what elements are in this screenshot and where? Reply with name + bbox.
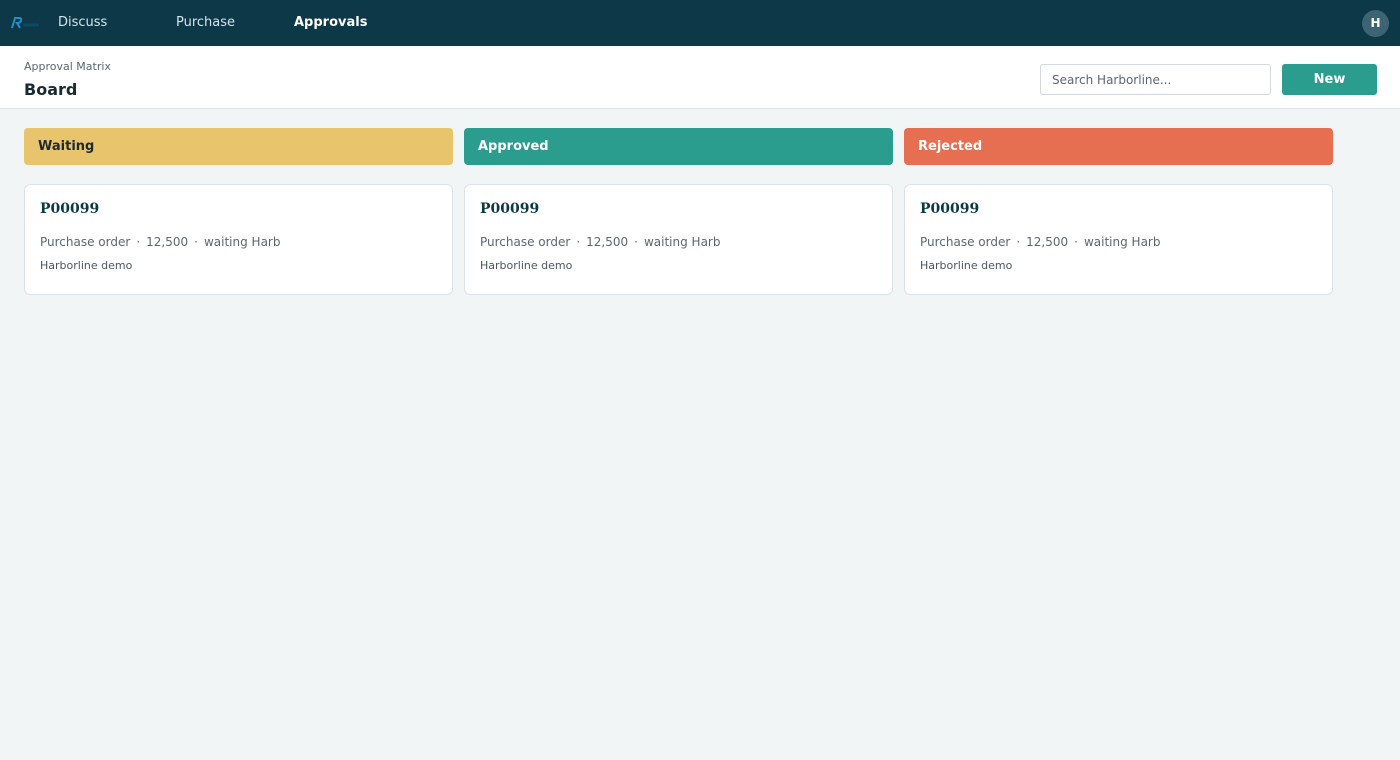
card-doc-type: Purchase order [920, 235, 1011, 249]
card-company: Harborline demo [920, 259, 1013, 272]
card-doc-type: Purchase order [480, 235, 571, 249]
card-status: waiting Harb [1083, 235, 1161, 249]
meta-separator: · [1016, 235, 1021, 249]
card-reference: P00099 [480, 201, 540, 217]
user-avatar[interactable]: H [1362, 10, 1389, 37]
column-header-waiting[interactable]: Waiting [24, 128, 453, 165]
card-reference: P00099 [40, 201, 100, 217]
kanban-column-rejected: Rejected P00099 Purchase order · 12,500 · wa… [904, 128, 1333, 295]
column-header-approved[interactable]: Approved [464, 128, 893, 165]
column-header-rejected[interactable]: Rejected [904, 128, 1333, 165]
search-input[interactable] [1040, 64, 1271, 95]
app-logo-icon[interactable] [10, 13, 44, 33]
card-status: waiting Harb [203, 235, 281, 249]
card-meta: Purchase order · 12,500 · waiting Harb [920, 235, 1160, 249]
kanban-card[interactable]: P00099 Purchase order · 12,500 · waiting Har… [904, 184, 1333, 295]
meta-separator: · [194, 235, 198, 249]
meta-separator: · [576, 235, 581, 249]
kanban-column-waiting: Waiting P00099 Purchase order · 12,500 · wai… [24, 128, 453, 295]
card-amount: 12,500 [1026, 235, 1069, 249]
kanban-card[interactable]: P00099 Purchase order · 12,500 · waiting Har… [24, 184, 453, 295]
card-meta: Purchase order · 12,500 · waiting Harb [480, 235, 720, 249]
meta-separator: · [136, 235, 141, 249]
card-amount: 12,500 [586, 235, 629, 249]
card-doc-type: Purchase order [40, 235, 131, 249]
card-company: Harborline demo [480, 259, 573, 272]
nav-discuss[interactable]: Discuss [58, 0, 107, 46]
breadcrumb[interactable]: Approval Matrix [24, 60, 111, 73]
card-amount: 12,500 [146, 235, 189, 249]
nav-approvals[interactable]: Approvals [294, 0, 367, 46]
card-company: Harborline demo [40, 259, 133, 272]
card-reference: P00099 [920, 201, 980, 217]
meta-separator: · [634, 235, 638, 249]
kanban-column-approved: Approved P00099 Purchase order · 12,500 · wa… [464, 128, 893, 295]
top-navbar: Discuss Purchase Approvals H [0, 0, 1400, 46]
card-status: waiting Harb [643, 235, 721, 249]
page-title: Board [24, 80, 78, 99]
nav-purchase[interactable]: Purchase [176, 0, 235, 46]
new-button[interactable]: New [1282, 64, 1377, 95]
card-meta: Purchase order · 12,500 · waiting Harb [40, 235, 280, 249]
kanban-card[interactable]: P00099 Purchase order · 12,500 · waiting Har… [464, 184, 893, 295]
control-panel: Approval Matrix Board New [0, 46, 1400, 109]
meta-separator: · [1074, 235, 1078, 249]
